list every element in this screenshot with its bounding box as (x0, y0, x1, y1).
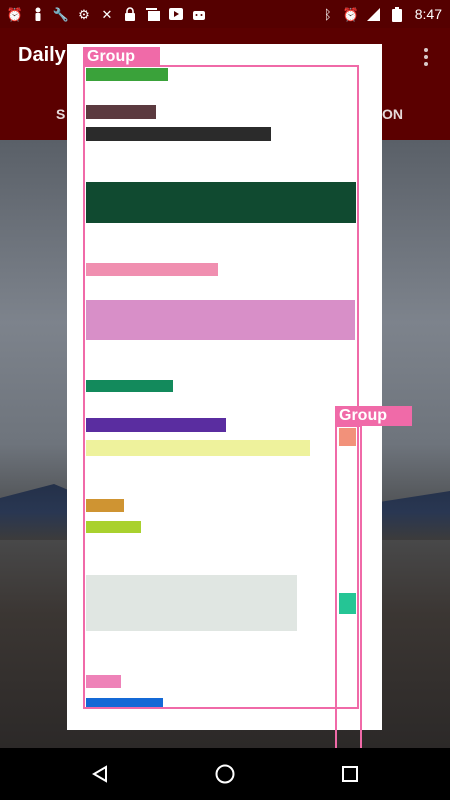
alarm-icon: ⏰ (6, 6, 24, 22)
bar-mint[interactable] (86, 575, 297, 631)
notification-icons: ⏰ 🔧 ⚙ ✕ (6, 6, 206, 22)
overflow-menu-icon[interactable] (416, 46, 436, 68)
group-label-side: Group (335, 406, 412, 426)
bar-orchid[interactable] (86, 300, 355, 340)
tab-right[interactable]: ON (382, 106, 403, 122)
square-salmon[interactable] (339, 428, 356, 446)
clock-time: 8:47 (414, 6, 442, 22)
group-label-main: Group (83, 47, 160, 67)
android-icon (192, 7, 206, 21)
bar-purple (86, 418, 226, 432)
navigation-bar (0, 748, 450, 800)
bluetooth-icon: ᛒ (323, 6, 332, 22)
alarm-icon: ⏰ (342, 6, 359, 22)
bar-maroon (86, 105, 156, 119)
bar-teal (86, 380, 173, 392)
bar-dark (86, 127, 271, 141)
bar-ochre (86, 499, 124, 512)
settings-circle-icon: ⚙ (78, 6, 90, 22)
tab-left[interactable]: S (56, 106, 65, 122)
bar-forest[interactable] (86, 182, 356, 223)
wrench-icon: 🔧 (52, 6, 70, 22)
recent-apps-icon[interactable] (338, 762, 362, 786)
lock-icon (123, 7, 137, 21)
app-title: Daily (18, 44, 66, 66)
signal-icon (367, 7, 381, 21)
square-turquoise[interactable] (339, 593, 356, 614)
back-icon[interactable] (88, 762, 112, 786)
person-icon (31, 7, 45, 21)
photo-stack-icon (146, 7, 160, 21)
satellite-off-icon: ✕ (101, 6, 113, 22)
bar-blue[interactable] (86, 698, 163, 707)
battery-icon (390, 6, 404, 22)
bar-yellow (86, 440, 310, 456)
bar-lime[interactable] (86, 521, 141, 533)
status-bar: ⏰ 🔧 ⚙ ✕ ᛒ ⏰ 8:47 (0, 0, 450, 28)
home-icon[interactable] (213, 762, 237, 786)
bar-magenta (86, 675, 121, 688)
bar-green[interactable] (86, 68, 168, 81)
bar-pink (86, 263, 218, 276)
youtube-icon (169, 7, 183, 21)
system-icons: ᛒ ⏰ 8:47 (321, 6, 442, 22)
